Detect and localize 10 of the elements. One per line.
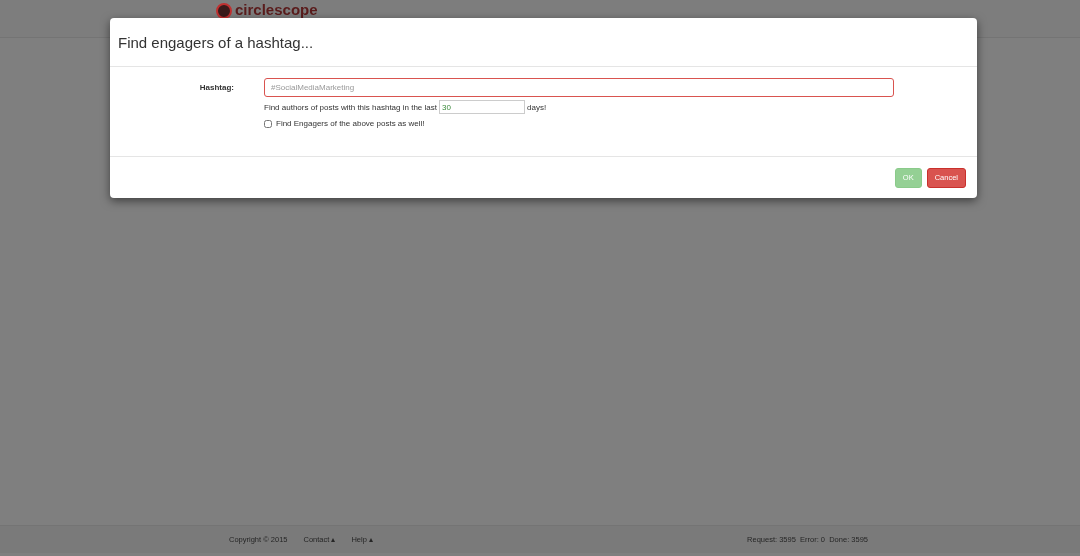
hashtag-input[interactable]: #SocialMediaMarketing	[264, 78, 894, 97]
dialog-title: Find engagers of a hashtag...	[118, 33, 314, 51]
logo-icon	[216, 3, 232, 19]
logo-text: circlescope	[235, 2, 318, 18]
checkbox-label: Find Engagers of the above posts as well!	[276, 119, 425, 128]
days-input[interactable]: 30	[439, 100, 525, 114]
days-prefix-text: Find authors of posts with this hashtag in the last	[264, 102, 437, 112]
engagers-checkbox[interactable]	[264, 119, 272, 128]
days-suffix-text: days!	[527, 102, 547, 112]
field-label: Hashtag:	[198, 83, 235, 92]
